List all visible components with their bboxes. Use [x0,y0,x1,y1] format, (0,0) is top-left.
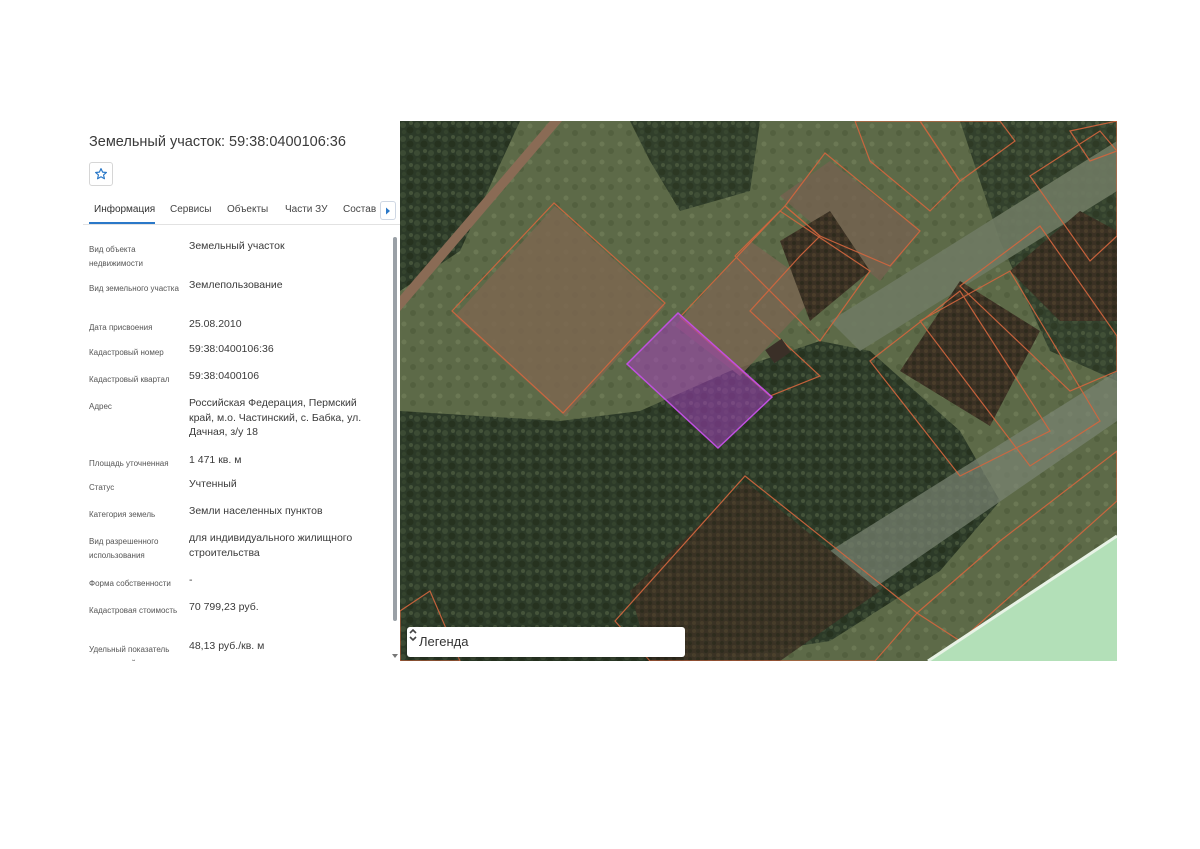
star-outline-icon [94,168,108,180]
scrollbar-thumb[interactable] [393,237,397,621]
parcel-info-panel: Земельный участок: 59:38:0400106:36 Инфо… [83,121,400,661]
favorite-button[interactable] [89,162,113,186]
tabs-next-button[interactable] [380,201,396,220]
info-value: 1 471 кв. м [189,454,242,466]
chevron-updown-icon [409,628,417,642]
info-value: для индивидуального жилищного строительс… [189,532,353,559]
info-label: Удельный показатель кадастровой [89,645,170,661]
info-label: Статус [89,483,115,492]
info-value: Земельный участок [189,240,285,252]
tab-bar: Информация Сервисы Объекты Части ЗУ Сост… [83,199,400,225]
info-list: Вид объекта недвижимости Земельный участ… [83,229,400,661]
info-value: Российская Федерация, Пермский край, м.о… [189,397,362,438]
info-label: Площадь уточненная [89,459,169,468]
info-label: Вид объекта недвижимости [89,245,143,268]
info-value[interactable]: 59:38:0400106 [189,369,379,384]
scroll-down-button[interactable] [391,653,399,659]
chevron-right-icon [386,207,390,214]
tab-information[interactable]: Информация [94,204,155,215]
info-label: Вид земельного участка [89,284,179,293]
legend-label: Легенда [419,634,469,649]
info-label: Категория земель [89,510,156,519]
legend-dropdown[interactable]: Легенда [407,627,685,657]
info-label: Дата присвоения [89,323,153,332]
map-view[interactable]: Легенда [400,121,1117,661]
info-value: Землепользование [189,279,283,291]
tab-objects[interactable]: Объекты [227,204,268,215]
info-value: Учтенный [189,478,237,490]
info-label: Кадастровый квартал [89,375,170,384]
info-value[interactable]: 59:38:0400106:36 [189,342,379,357]
info-value: 25.08.2010 [189,318,242,330]
info-label: Адрес [89,402,112,411]
info-label: Кадастровая стоимость [89,606,178,615]
tab-parts[interactable]: Части ЗУ [285,204,327,215]
info-label: Вид разрешенного использования [89,537,159,560]
info-value: Земли населенных пунктов [189,505,323,517]
arrow-down-icon [392,654,398,658]
info-label: Кадастровый номер [89,348,164,357]
page-title: Земельный участок: 59:38:0400106:36 [89,134,346,150]
tab-services[interactable]: Сервисы [170,204,211,215]
tab-composition[interactable]: Состав [343,204,376,215]
info-value: - [189,574,193,586]
satellite-map [400,121,1117,661]
info-label: Форма собственности [89,579,171,588]
info-value: 70 799,23 руб. [189,601,259,613]
active-tab-indicator [89,222,155,224]
info-value: 48,13 руб./кв. м [189,640,265,652]
